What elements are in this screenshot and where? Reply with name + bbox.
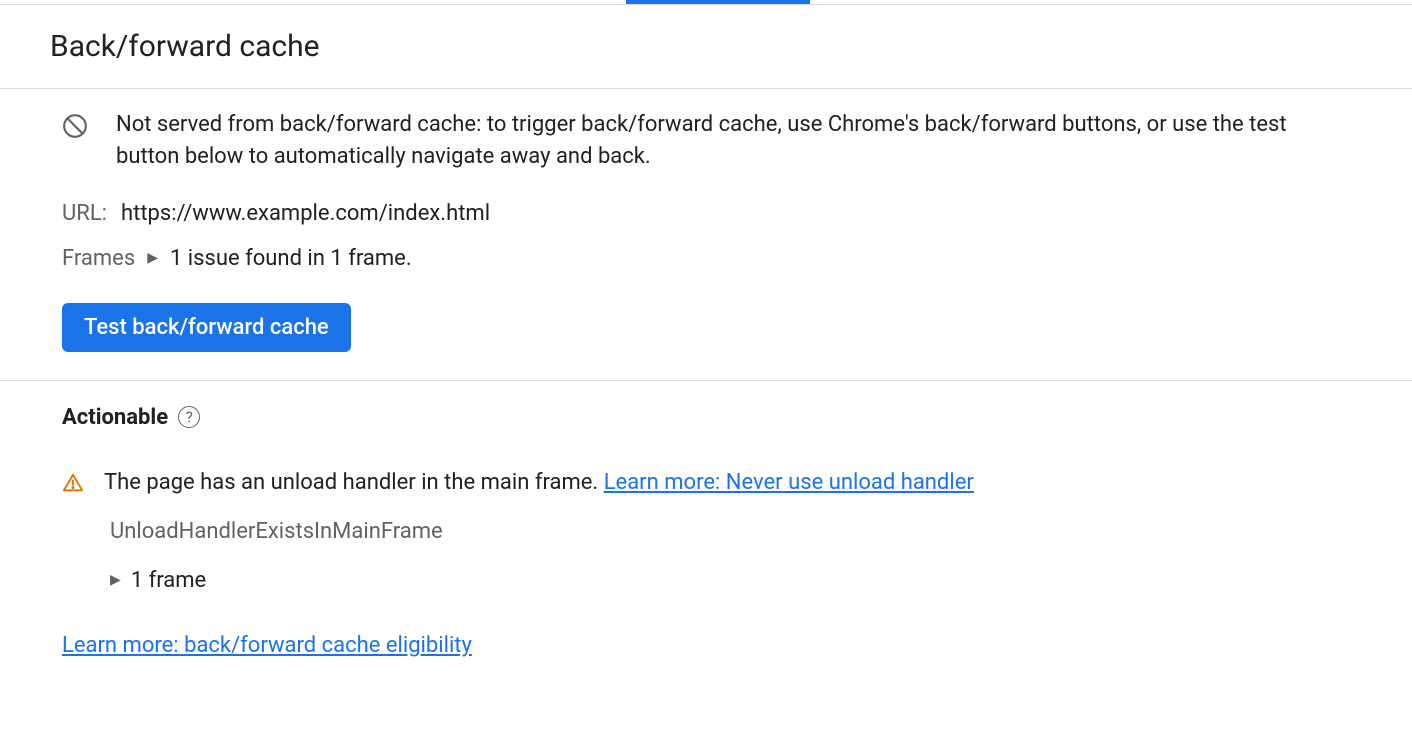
issue-learn-more-link[interactable]: Learn more: Never use unload handler <box>604 470 974 495</box>
url-label: URL: <box>62 201 107 226</box>
url-row: URL: https://www.example.com/index.html <box>62 201 1350 226</box>
url-value: https://www.example.com/index.html <box>121 201 490 226</box>
active-tab-indicator <box>0 0 1412 4</box>
frames-label: Frames <box>62 246 135 271</box>
issue-text: The page has an unload handler in the ma… <box>104 470 974 495</box>
cache-status-row: Not served from back/forward cache: to t… <box>62 109 1350 173</box>
help-icon[interactable]: ? <box>178 406 200 428</box>
frames-row: Frames ▶ 1 issue found in 1 frame. <box>62 246 1350 271</box>
frames-summary: 1 issue found in 1 frame. <box>170 246 412 271</box>
blocked-icon <box>62 109 88 139</box>
issue-code: UnloadHandlerExistsInMainFrame <box>110 519 1350 544</box>
test-bfcache-button[interactable]: Test back/forward cache <box>62 303 351 352</box>
disclosure-triangle-icon[interactable]: ▶ <box>110 572 121 588</box>
bfcache-eligibility-link[interactable]: Learn more: back/forward cache eligibili… <box>62 633 472 658</box>
cache-status-message: Not served from back/forward cache: to t… <box>116 109 1350 173</box>
issue-message: The page has an unload handler in the ma… <box>104 470 604 495</box>
actionable-heading: Actionable ? <box>62 405 1350 430</box>
actionable-heading-text: Actionable <box>62 405 168 430</box>
panel-header: Back/forward cache <box>0 5 1412 89</box>
disclosure-triangle-icon[interactable]: ▶ <box>147 250 158 266</box>
issue-row: The page has an unload handler in the ma… <box>62 470 1350 495</box>
frame-count-text: 1 frame <box>131 568 206 593</box>
page-title: Back/forward cache <box>50 29 1362 64</box>
frame-disclosure-row: ▶ 1 frame <box>110 568 1350 593</box>
warning-icon <box>62 470 84 494</box>
